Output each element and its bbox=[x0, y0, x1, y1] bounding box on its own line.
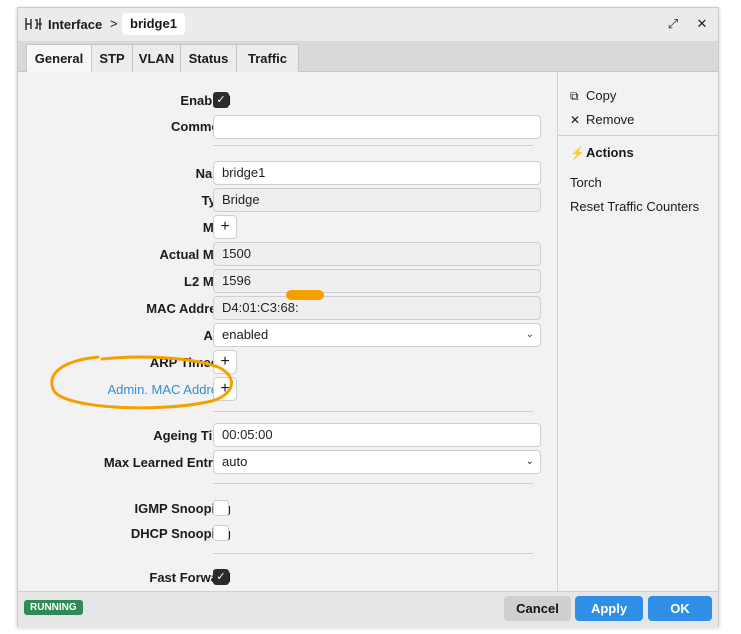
mac-address-row: MAC Address D4:01:C3:68: bbox=[18, 296, 557, 320]
tab-bar: General STP VLAN Status Traffic bbox=[18, 41, 718, 73]
l2-mtu-field: 1596 bbox=[213, 269, 541, 293]
chevron-down-icon: ⌄ bbox=[525, 329, 534, 340]
arp-select-value: enabled bbox=[222, 327, 269, 342]
fast-forward-checkbox[interactable]: ✓ bbox=[213, 569, 229, 585]
tab-stp[interactable]: STP bbox=[91, 44, 133, 72]
apply-button[interactable]: Apply bbox=[575, 596, 643, 621]
enabled-checkbox[interactable]: ✓ bbox=[213, 92, 229, 108]
tab-status[interactable]: Status bbox=[180, 44, 237, 72]
remove-icon: ✕ bbox=[570, 113, 581, 127]
breadcrumb-interface[interactable]: Interface bbox=[48, 17, 102, 32]
ageing-time-row: Ageing Time 00:05:00 bbox=[18, 423, 557, 447]
mac-address-field: D4:01:C3:68: bbox=[213, 296, 541, 320]
actual-mtu-row: Actual MTU 1500 bbox=[18, 242, 557, 266]
actions-header: ⚡Actions bbox=[570, 145, 634, 160]
torch-action[interactable]: Torch bbox=[570, 175, 602, 190]
max-learned-value: auto bbox=[222, 454, 248, 469]
dhcp-snooping-checkbox[interactable] bbox=[213, 525, 229, 541]
cancel-button[interactable]: Cancel bbox=[504, 596, 571, 621]
arp-select[interactable]: enabled ⌄ bbox=[213, 323, 541, 347]
l2-mtu-row: L2 MTU 1596 bbox=[18, 269, 557, 293]
arp-row: ARP enabled ⌄ bbox=[18, 323, 557, 347]
dhcp-row: DHCP Snooping bbox=[18, 521, 557, 545]
comment-row: Comment bbox=[18, 115, 557, 139]
type-field: Bridge bbox=[213, 188, 541, 212]
reset-traffic-counters-action[interactable]: Reset Traffic Counters bbox=[570, 199, 699, 214]
divider bbox=[213, 553, 533, 554]
copy-icon: ⧉ bbox=[570, 89, 579, 103]
copy-label: Copy bbox=[586, 88, 617, 103]
chevron-down-icon: ⌄ bbox=[525, 456, 534, 467]
close-icon[interactable]: ✕ bbox=[692, 14, 712, 34]
mtu-add-button[interactable]: + bbox=[213, 215, 237, 239]
type-row: Type Bridge bbox=[18, 188, 557, 212]
titlebar: Interface > bridge1 ⤢ ✕ bbox=[18, 8, 718, 41]
breadcrumb-current: bridge1 bbox=[122, 13, 185, 35]
status-badge: RUNNING bbox=[24, 600, 83, 615]
side-panel: ⧉ Copy ✕ Remove ⚡Actions Torch Reset Traff… bbox=[558, 72, 718, 591]
tab-traffic[interactable]: Traffic bbox=[236, 44, 299, 72]
actions-title: Actions bbox=[586, 145, 634, 160]
footer-bar: RUNNING Cancel Apply OK bbox=[18, 591, 718, 627]
divider bbox=[213, 483, 533, 484]
divider bbox=[558, 135, 718, 136]
ok-button[interactable]: OK bbox=[648, 596, 712, 621]
actions-icon: ⚡ bbox=[570, 146, 585, 160]
enabled-row: Enabled ✓ bbox=[18, 88, 557, 112]
max-learned-select[interactable]: auto ⌄ bbox=[213, 450, 541, 474]
ageing-time-field[interactable]: 00:05:00 bbox=[213, 423, 541, 447]
actual-mtu-field: 1500 bbox=[213, 242, 541, 266]
remove-action[interactable]: ✕ Remove bbox=[570, 112, 634, 127]
remove-label: Remove bbox=[586, 112, 635, 127]
tab-vlan[interactable]: VLAN bbox=[132, 44, 181, 72]
restore-icon[interactable]: ⤢ bbox=[663, 14, 683, 34]
name-row: Name bridge1 bbox=[18, 161, 557, 185]
name-field[interactable]: bridge1 bbox=[213, 161, 541, 185]
max-learned-label: Max Learned Entries bbox=[103, 455, 231, 470]
breadcrumb-separator: > bbox=[110, 16, 118, 31]
igmp-snooping-checkbox[interactable] bbox=[213, 500, 229, 516]
igmp-row: IGMP Snooping bbox=[18, 496, 557, 520]
mtu-row: MTU + bbox=[18, 215, 557, 239]
fast-forward-row: Fast Forward ✓ bbox=[18, 565, 557, 589]
annotation-circle bbox=[50, 355, 233, 410]
copy-action[interactable]: ⧉ Copy bbox=[570, 88, 616, 104]
max-learned-row: Max Learned Entries auto ⌄ bbox=[18, 450, 557, 474]
divider bbox=[213, 145, 533, 146]
tab-general[interactable]: General bbox=[26, 44, 92, 73]
divider bbox=[213, 411, 533, 412]
interface-icon bbox=[25, 18, 42, 30]
general-form: Enabled ✓ Comment Name bridge1 Type Brid… bbox=[18, 72, 558, 591]
comment-field[interactable] bbox=[213, 115, 541, 139]
mac-redaction-mark bbox=[286, 290, 324, 300]
interface-window: Interface > bridge1 ⤢ ✕ General STP VLAN… bbox=[17, 7, 719, 627]
